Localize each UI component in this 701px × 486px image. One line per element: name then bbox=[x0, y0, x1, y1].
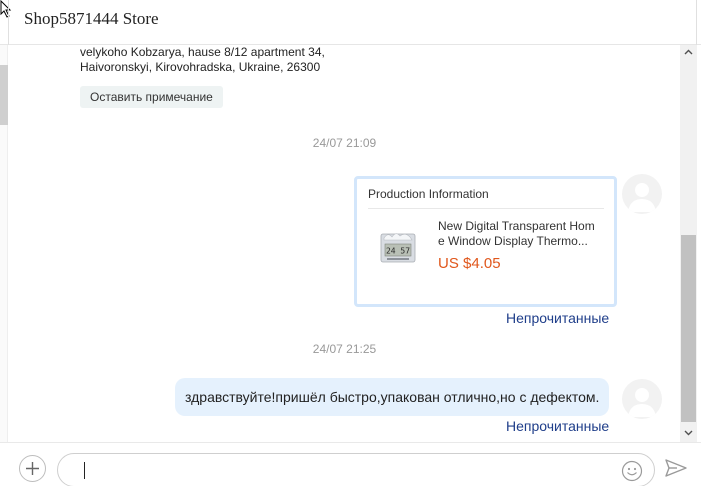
message-timestamp: 24/07 21:09 bbox=[312, 136, 377, 150]
shipping-address: velykoho Kobzarya, hause 8/12 apartment … bbox=[80, 45, 325, 75]
unread-status: Непрочитанные bbox=[506, 418, 610, 434]
left-panel-scrollbar[interactable] bbox=[0, 45, 8, 485]
product-name-line-2: e Window Display Thermo... bbox=[438, 234, 588, 248]
message-timestamp: 24/07 21:25 bbox=[312, 342, 377, 356]
person-icon bbox=[628, 388, 656, 417]
thermometer-display-digits: 24 57 bbox=[386, 247, 410, 256]
message-input[interactable] bbox=[57, 453, 655, 486]
attach-button[interactable] bbox=[19, 455, 46, 482]
send-icon[interactable] bbox=[665, 459, 687, 477]
product-thumbnail[interactable]: 24 57 bbox=[378, 228, 418, 268]
unread-status: Непрочитанные bbox=[506, 310, 610, 326]
product-card-title: Production Information bbox=[368, 187, 489, 201]
header-right-divider bbox=[696, 0, 697, 45]
product-name[interactable]: New Digital Transparent Hom e Window Dis… bbox=[438, 219, 604, 249]
leave-note-button[interactable]: Оставить примечание bbox=[80, 86, 223, 108]
scroll-down-arrow-icon[interactable] bbox=[684, 428, 693, 437]
mouse-cursor-icon bbox=[0, 0, 12, 18]
address-line-1: velykoho Kobzarya, hause 8/12 apartment … bbox=[80, 45, 325, 59]
user-avatar bbox=[622, 379, 662, 419]
address-line-2: Haivoronskyi, Kirovohradska, Ukraine, 26… bbox=[80, 60, 321, 74]
text-caret bbox=[84, 462, 85, 479]
user-avatar bbox=[622, 174, 662, 214]
left-panel-scroll-thumb[interactable] bbox=[0, 65, 8, 125]
header-left-divider bbox=[8, 0, 9, 45]
message-composer bbox=[0, 442, 701, 486]
product-name-line-1: New Digital Transparent Hom bbox=[438, 219, 595, 233]
product-card-divider bbox=[368, 208, 604, 209]
person-icon bbox=[628, 183, 656, 212]
plus-icon bbox=[26, 462, 39, 475]
product-info-card[interactable]: Production Information 24 57 New Digital… bbox=[354, 176, 617, 307]
message-list-scrollbar[interactable] bbox=[680, 45, 697, 442]
chat-header: Shop5871444 Store bbox=[0, 0, 701, 45]
scroll-thumb[interactable] bbox=[681, 235, 696, 422]
message-list: velykoho Kobzarya, hause 8/12 apartment … bbox=[9, 45, 680, 442]
smiley-icon[interactable] bbox=[621, 460, 643, 482]
product-price: US $4.05 bbox=[438, 255, 501, 272]
store-title: Shop5871444 Store bbox=[24, 9, 159, 28]
outgoing-message-bubble: здравствуйте!пришёл быстро,упакован отли… bbox=[175, 378, 610, 416]
scroll-up-arrow-icon[interactable] bbox=[684, 48, 693, 57]
